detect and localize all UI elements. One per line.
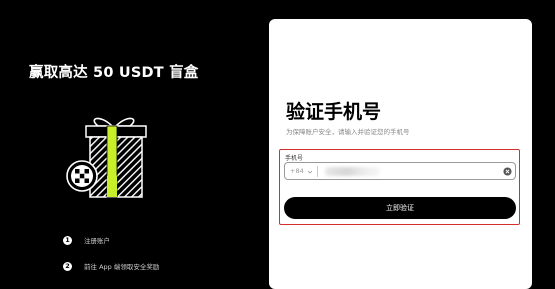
clear-icon[interactable] xyxy=(503,167,512,176)
page-title: 验证手机号 xyxy=(286,101,382,123)
step-item: 2 前往 App 端领取安全奖励 xyxy=(63,260,159,272)
verify-card: 验证手机号 为保障账户安全，请输入并验证您的手机号 手机号 +84 立即验证 xyxy=(269,19,532,289)
step-label: 注册账户 xyxy=(84,237,110,245)
step-number: 2 xyxy=(63,261,72,271)
verify-now-button[interactable]: 立即验证 xyxy=(284,197,516,219)
page-subtitle: 为保障账户安全，请输入并验证您的手机号 xyxy=(286,128,410,136)
step-item: 1 注册账户 xyxy=(63,234,159,246)
phone-field: +84 xyxy=(284,162,516,180)
step-number: 1 xyxy=(63,235,72,245)
phone-field-label: 手机号 xyxy=(285,155,304,162)
promo-panel: 赢取高达 50 USDT 盲盒 1 注册账户 2 前往 App 端领取安全奖励 xyxy=(0,0,268,283)
gift-icon xyxy=(66,117,147,198)
promo-title: 赢取高达 50 USDT 盲盒 xyxy=(29,65,199,81)
chevron-down-icon[interactable] xyxy=(307,169,313,175)
country-code-select[interactable]: +84 xyxy=(290,167,304,175)
step-label: 前往 App 端领取安全奖励 xyxy=(84,263,160,271)
step-list: 1 注册账户 2 前往 App 端领取安全奖励 xyxy=(63,234,159,286)
redacted-phone-number xyxy=(325,167,380,176)
field-divider xyxy=(317,166,318,177)
